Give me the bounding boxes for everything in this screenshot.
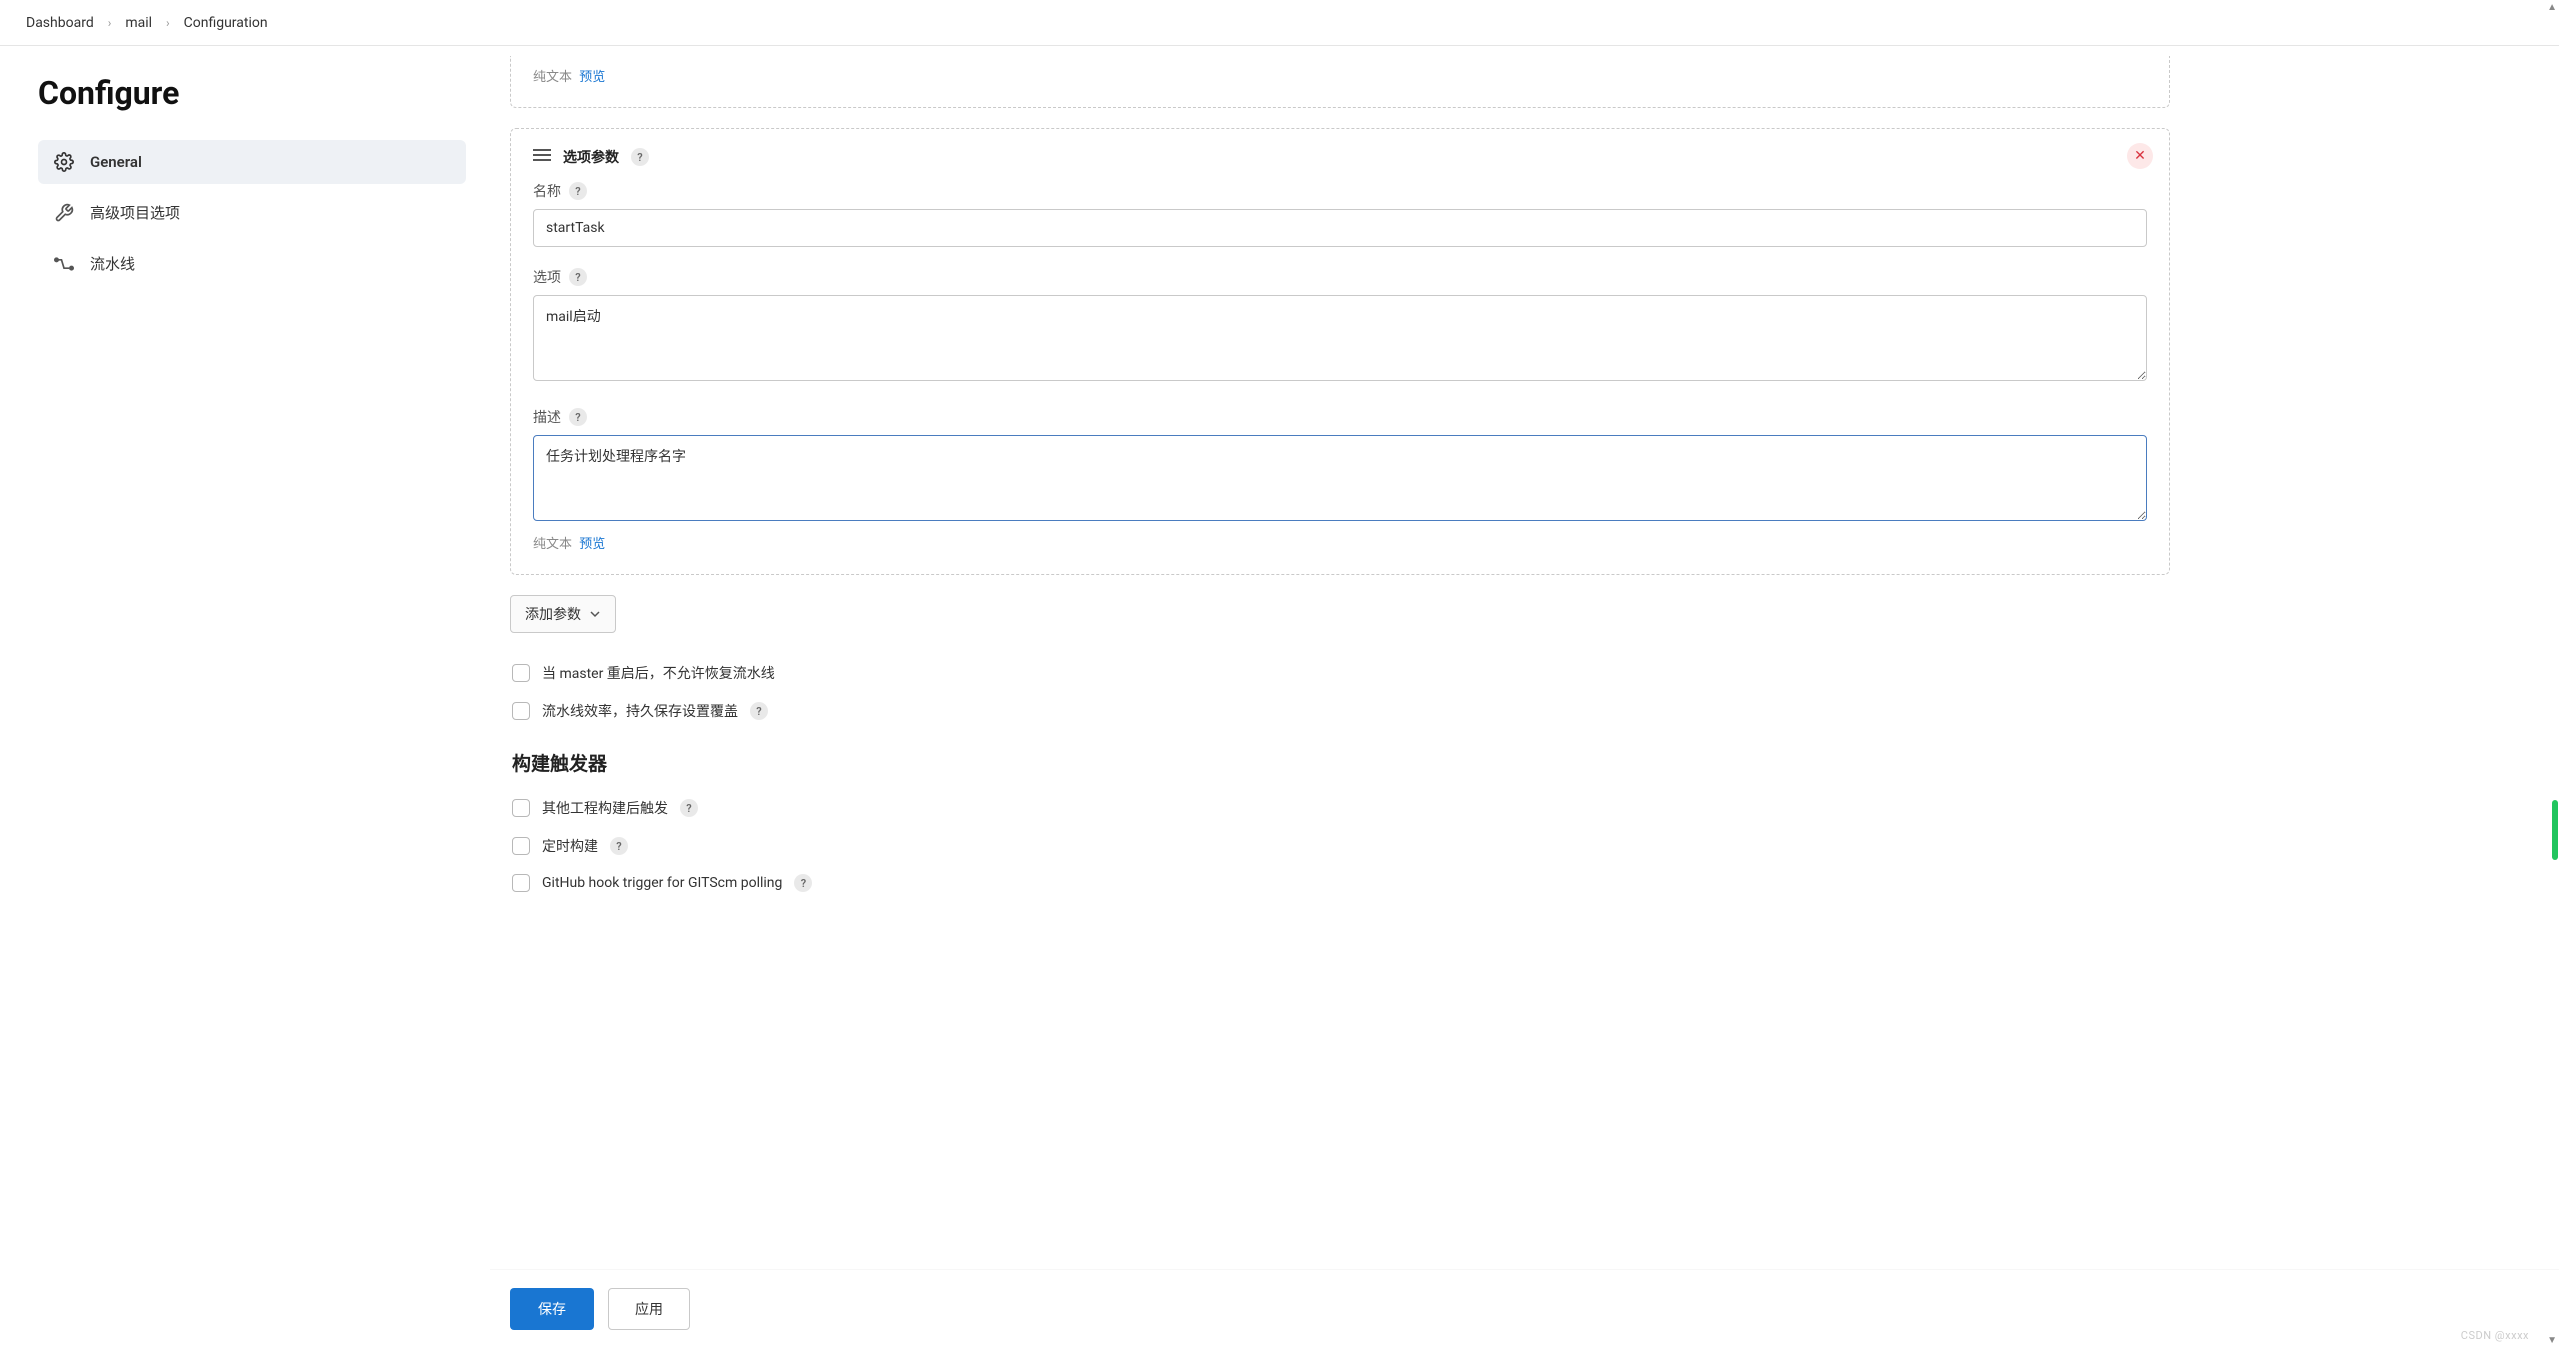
scroll-up-icon[interactable]: ▲: [2547, 2, 2557, 13]
checkbox-label: 定时构建: [542, 836, 598, 856]
param-type-title: 选项参数: [563, 147, 619, 167]
help-icon[interactable]: ?: [610, 837, 628, 855]
breadcrumb-dashboard[interactable]: Dashboard: [26, 15, 94, 31]
breadcrumb-mail[interactable]: mail: [125, 15, 152, 31]
remove-param-button[interactable]: ✕: [2127, 143, 2153, 169]
description-label-text: 描述: [533, 407, 561, 427]
name-label: 名称 ?: [533, 181, 2147, 201]
checkbox-input[interactable]: [512, 664, 530, 682]
help-icon[interactable]: ?: [569, 182, 587, 200]
wrench-icon: [54, 203, 74, 223]
bottom-action-bar: 保存 应用: [490, 1269, 2559, 1348]
text-mode-toggle: 纯文本 预览: [533, 66, 2147, 85]
previous-param-box-tail: 纯文本 预览: [510, 56, 2170, 108]
help-icon[interactable]: ?: [794, 874, 812, 892]
plaintext-label: 纯文本: [533, 70, 572, 85]
checkbox-master-restart[interactable]: 当 master 重启后，不允许恢复流水线: [510, 663, 2170, 683]
options-label: 选项 ?: [533, 267, 2147, 287]
help-icon[interactable]: ?: [750, 702, 768, 720]
checkbox-input[interactable]: [512, 799, 530, 817]
scroll-position-marker: [2552, 800, 2558, 860]
sidebar-item-label: 高级项目选项: [90, 202, 180, 223]
watermark-text: CSDN @xxxx: [2461, 1329, 2529, 1342]
help-icon[interactable]: ?: [569, 408, 587, 426]
help-icon[interactable]: ?: [569, 268, 587, 286]
checkbox-input[interactable]: [512, 874, 530, 892]
preview-link[interactable]: 预览: [579, 537, 605, 552]
sidebar-item-general[interactable]: General: [38, 140, 466, 184]
drag-handle-icon[interactable]: [533, 148, 551, 166]
sidebar-item-label: 流水线: [90, 253, 135, 274]
help-icon[interactable]: ?: [631, 148, 649, 166]
description-label: 描述 ?: [533, 407, 2147, 427]
apply-button[interactable]: 应用: [608, 1288, 690, 1330]
sidebar-item-label: General: [90, 153, 142, 171]
checkbox-scheduled-build[interactable]: 定时构建 ?: [510, 836, 2170, 856]
choice-parameter-box: 选项参数 ? ✕ 名称 ? 选项 ? 描述 ?: [510, 128, 2170, 575]
checkbox-input[interactable]: [512, 702, 530, 720]
description-textarea[interactable]: [533, 435, 2147, 521]
checkbox-github-hook[interactable]: GitHub hook trigger for GITScm polling ?: [510, 874, 2170, 892]
checkbox-label: 其他工程构建后触发: [542, 798, 668, 818]
name-label-text: 名称: [533, 181, 561, 201]
param-header: 选项参数 ?: [533, 147, 2147, 167]
save-button[interactable]: 保存: [510, 1288, 594, 1330]
checkbox-build-after-other[interactable]: 其他工程构建后触发 ?: [510, 798, 2170, 818]
breadcrumb: Dashboard › mail › Configuration: [0, 0, 2559, 46]
page-title: Configure: [38, 74, 466, 112]
checkbox-pipeline-durability[interactable]: 流水线效率，持久保存设置覆盖 ?: [510, 701, 2170, 721]
breadcrumb-configuration[interactable]: Configuration: [184, 15, 268, 31]
scroll-down-icon[interactable]: ▼: [2547, 1335, 2557, 1346]
options-textarea[interactable]: [533, 295, 2147, 381]
checkbox-label: 当 master 重启后，不允许恢复流水线: [542, 663, 775, 683]
options-label-text: 选项: [533, 267, 561, 287]
checkbox-label: 流水线效率，持久保存设置覆盖: [542, 701, 738, 721]
checkbox-input[interactable]: [512, 837, 530, 855]
breadcrumb-sep-icon: ›: [108, 16, 112, 30]
checkbox-label: GitHub hook trigger for GITScm polling: [542, 875, 782, 891]
breadcrumb-sep-icon: ›: [166, 16, 170, 30]
add-parameter-button[interactable]: 添加参数: [510, 595, 616, 633]
name-input[interactable]: [533, 209, 2147, 247]
help-icon[interactable]: ?: [680, 799, 698, 817]
chevron-down-icon: [589, 608, 601, 620]
pipeline-icon: [54, 254, 74, 274]
sidebar-item-pipeline[interactable]: 流水线: [38, 241, 466, 286]
sidebar-item-advanced[interactable]: 高级项目选项: [38, 190, 466, 235]
plaintext-label: 纯文本: [533, 537, 572, 552]
preview-link[interactable]: 预览: [579, 70, 605, 85]
sidebar: Configure General 高级项目选项 流水线: [0, 46, 490, 1348]
gear-icon: [54, 152, 74, 172]
text-mode-toggle: 纯文本 预览: [533, 533, 2147, 552]
add-parameter-label: 添加参数: [525, 604, 581, 624]
build-triggers-heading: 构建触发器: [512, 749, 2170, 776]
main-content: 纯文本 预览 选项参数 ? ✕ 名称 ? 选项 ?: [490, 46, 2170, 1348]
